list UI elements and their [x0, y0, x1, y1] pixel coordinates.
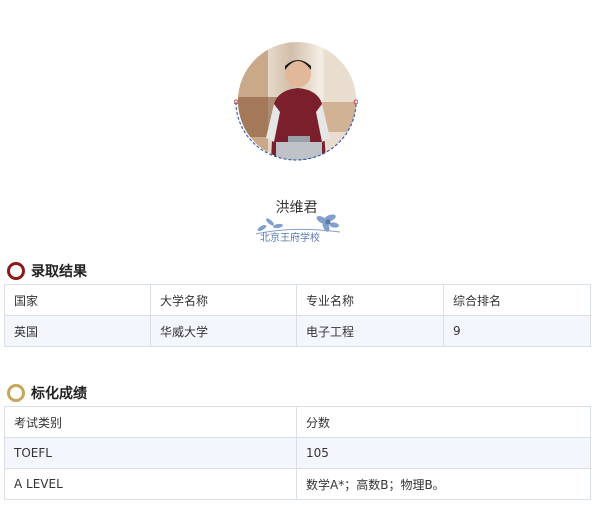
scores-table: 考试类别 分数 TOEFL 105 A LEVEL 数学A*；高数B；物理B。 — [4, 406, 591, 500]
cell-country: 英国 — [4, 315, 151, 347]
admission-table: 国家 大学名称 专业名称 综合排名 英国 华威大学 电子工程 9 — [4, 284, 591, 347]
scores-section-header: 标化成绩 — [7, 383, 87, 403]
scores-section-title: 标化成绩 — [31, 386, 87, 402]
header-major: 专业名称 — [296, 284, 444, 316]
cell-score: 数学A*；高数B；物理B。 — [296, 468, 591, 500]
cell-university: 华威大学 — [150, 315, 297, 347]
admission-section-title: 录取结果 — [31, 264, 87, 280]
header-university: 大学名称 — [150, 284, 297, 316]
table-row: TOEFL 105 — [4, 437, 591, 469]
cell-exam-type: TOEFL — [4, 437, 297, 469]
cell-score: 105 — [296, 437, 591, 469]
avatar-dashed-ring — [234, 99, 358, 161]
header-exam-type: 考试类别 — [4, 406, 297, 438]
header-ranking: 综合排名 — [443, 284, 591, 316]
header-country: 国家 — [4, 284, 151, 316]
scores-ring-icon — [7, 384, 25, 402]
cell-exam-type: A LEVEL — [4, 468, 297, 500]
header-score: 分数 — [296, 406, 591, 438]
table-row: A LEVEL 数学A*；高数B；物理B。 — [4, 468, 591, 500]
admission-header-row: 国家 大学名称 专业名称 综合排名 — [4, 284, 591, 316]
student-avatar — [234, 42, 360, 164]
scores-header-row: 考试类别 分数 — [4, 406, 591, 438]
cell-ranking: 9 — [443, 315, 591, 347]
table-row: 英国 华威大学 电子工程 9 — [4, 315, 591, 347]
admission-ring-icon — [7, 262, 25, 280]
school-logo-text: 北京王府学校 — [260, 233, 320, 244]
admission-section-header: 录取结果 — [7, 261, 87, 281]
cell-major: 电子工程 — [296, 315, 444, 347]
